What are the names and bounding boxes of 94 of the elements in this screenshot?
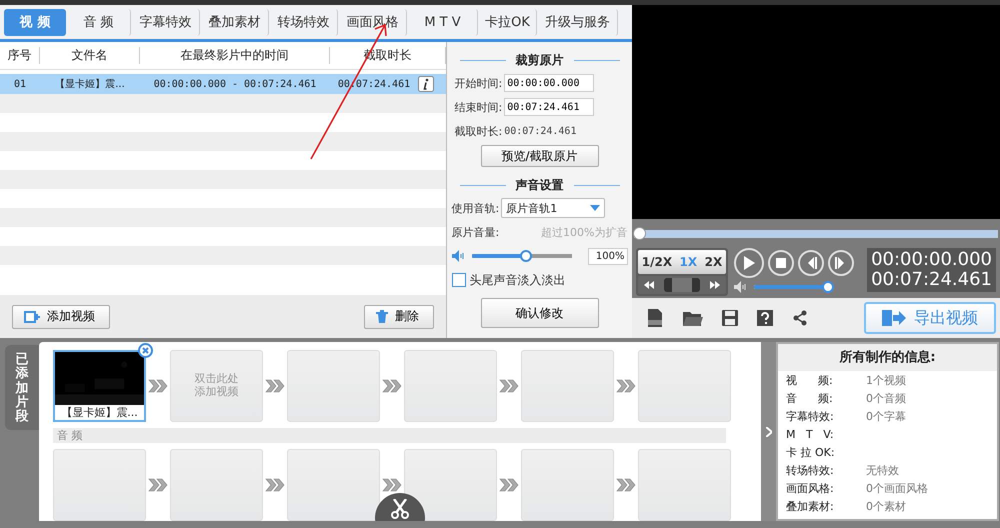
stop-icon: [776, 258, 786, 268]
end-time-field[interactable]: 00:07:24.461: [504, 98, 594, 116]
table-cell-text: 【显卡姬】震...: [54, 78, 126, 91]
table-cell-text: 00:00:00.000 - 00:07:24.461: [152, 78, 318, 90]
section-title: 声音设置: [460, 177, 620, 194]
field-label: 结束时间:: [454, 100, 502, 114]
start-time-field[interactable]: 00:00:00.000: [504, 74, 594, 92]
speaker-icon[interactable]: [452, 250, 466, 262]
info-label: 画面风格:: [786, 480, 835, 496]
current-time: 00:00:00.000: [871, 250, 992, 270]
close-icon[interactable]: [138, 343, 153, 358]
new-file-icon[interactable]: [646, 309, 664, 327]
export-icon: [882, 309, 906, 327]
checkbox-label: 头尾声音淡入淡出: [470, 272, 566, 288]
section-title: 裁剪原片: [460, 52, 620, 69]
total-time: 00:07:24.461: [871, 270, 992, 290]
column-header: 在最终影片中的时间: [140, 47, 330, 64]
play-button[interactable]: [734, 248, 764, 278]
share-icon[interactable]: [792, 310, 808, 326]
add-video-button[interactable]: 添加视频: [12, 304, 110, 328]
chevron-icon: [265, 379, 285, 393]
film-add-icon: [23, 310, 41, 324]
chevron-icon: [148, 478, 168, 492]
speaker-icon[interactable]: [734, 281, 748, 293]
chevron-icon: [265, 478, 285, 492]
tab[interactable]: 字幕特效: [132, 8, 200, 36]
info-value: 0个音频: [866, 390, 906, 406]
clip-caption: 【显卡姬】震...: [55, 405, 144, 420]
tab[interactable]: 升级与服务: [538, 8, 618, 36]
info-label: 视 频:: [786, 372, 834, 388]
tab[interactable]: M T V: [408, 8, 478, 36]
info-label: 卡 拉 OK:: [786, 444, 836, 460]
speed-option[interactable]: 2X: [702, 255, 724, 269]
chevron-icon: [616, 478, 636, 492]
caret-icon: [590, 205, 600, 211]
slider-thumb[interactable]: [520, 250, 532, 262]
chevron-icon: [499, 379, 519, 393]
fast-forward-icon[interactable]: [710, 281, 720, 289]
stop-button[interactable]: [768, 250, 794, 276]
field-label: 使用音轨:: [452, 200, 500, 216]
field-label: 原片音量:: [452, 224, 500, 240]
help-icon[interactable]: [757, 310, 773, 326]
step-forward-icon: [835, 257, 847, 269]
audio-track-dropdown[interactable]: 原片音轨1: [501, 198, 606, 218]
info-value: 0个画面风格: [866, 480, 928, 496]
audio-track-label: 音 频: [53, 428, 726, 443]
field-label: 截取时长:: [454, 124, 502, 138]
info-value: 无特效: [866, 462, 899, 478]
trash-icon: [375, 310, 389, 324]
column-header: 文件名: [40, 47, 140, 64]
progress-knob[interactable]: [633, 227, 646, 240]
rewind-icon[interactable]: [644, 281, 654, 289]
tab[interactable]: 卡拉OK: [479, 8, 537, 36]
chevron-icon: [148, 379, 168, 393]
save-icon[interactable]: [722, 310, 738, 326]
tab[interactable]: 转场特效: [270, 8, 338, 36]
info-label: M T V:: [786, 428, 835, 440]
info-title: 所有制作的信息:: [778, 344, 997, 371]
checkbox[interactable]: [452, 273, 466, 287]
next-frame-button[interactable]: [828, 250, 854, 276]
delete-button[interactable]: 删除: [364, 304, 434, 328]
slider-thumb[interactable]: [822, 281, 834, 293]
info-label: 转场特效:: [786, 462, 835, 478]
duration-value: 00:07:24.461: [504, 126, 576, 136]
chevron-icon: [499, 478, 519, 492]
video-clip-thumbnail[interactable]: 【显卡姬】震...: [53, 350, 146, 422]
side-tab[interactable]: 已添加片段: [5, 345, 39, 430]
folder-icon[interactable]: [683, 310, 703, 326]
empty-slot[interactable]: [404, 449, 497, 521]
volume-hint: 超过100%为扩音: [541, 224, 628, 240]
chevron-icon: [382, 478, 402, 492]
confirm-button[interactable]: 确认修改: [480, 298, 598, 328]
info-label: 字幕特效:: [786, 408, 835, 424]
info-value: 0个字幕: [866, 408, 906, 424]
scissors-icon: [390, 499, 410, 519]
preview-button[interactable]: 预览/截取原片: [480, 145, 598, 167]
play-icon: [743, 256, 755, 270]
table-cell-text: 01: [12, 78, 28, 90]
tab[interactable]: 叠加素材: [201, 8, 269, 36]
info-value: 0个素材: [866, 498, 906, 514]
field-label: 开始时间:: [454, 76, 502, 90]
info-label: 音 频:: [786, 390, 834, 406]
chevron-icon: [382, 379, 402, 393]
info-icon[interactable]: [418, 76, 434, 92]
previous-frame-button[interactable]: [798, 250, 824, 276]
speed-option[interactable]: 1/2X: [640, 255, 674, 269]
volume-reading: 100%: [588, 248, 628, 264]
column-header: 序号: [0, 47, 40, 64]
info-label: 叠加素材:: [786, 498, 835, 514]
collapse-handle[interactable]: [761, 342, 776, 521]
info-value: 1个视频: [866, 372, 906, 388]
jog-wheel-icon[interactable]: [664, 278, 700, 292]
chevron-icon: [616, 379, 636, 393]
tab[interactable]: 音 频: [67, 8, 131, 36]
